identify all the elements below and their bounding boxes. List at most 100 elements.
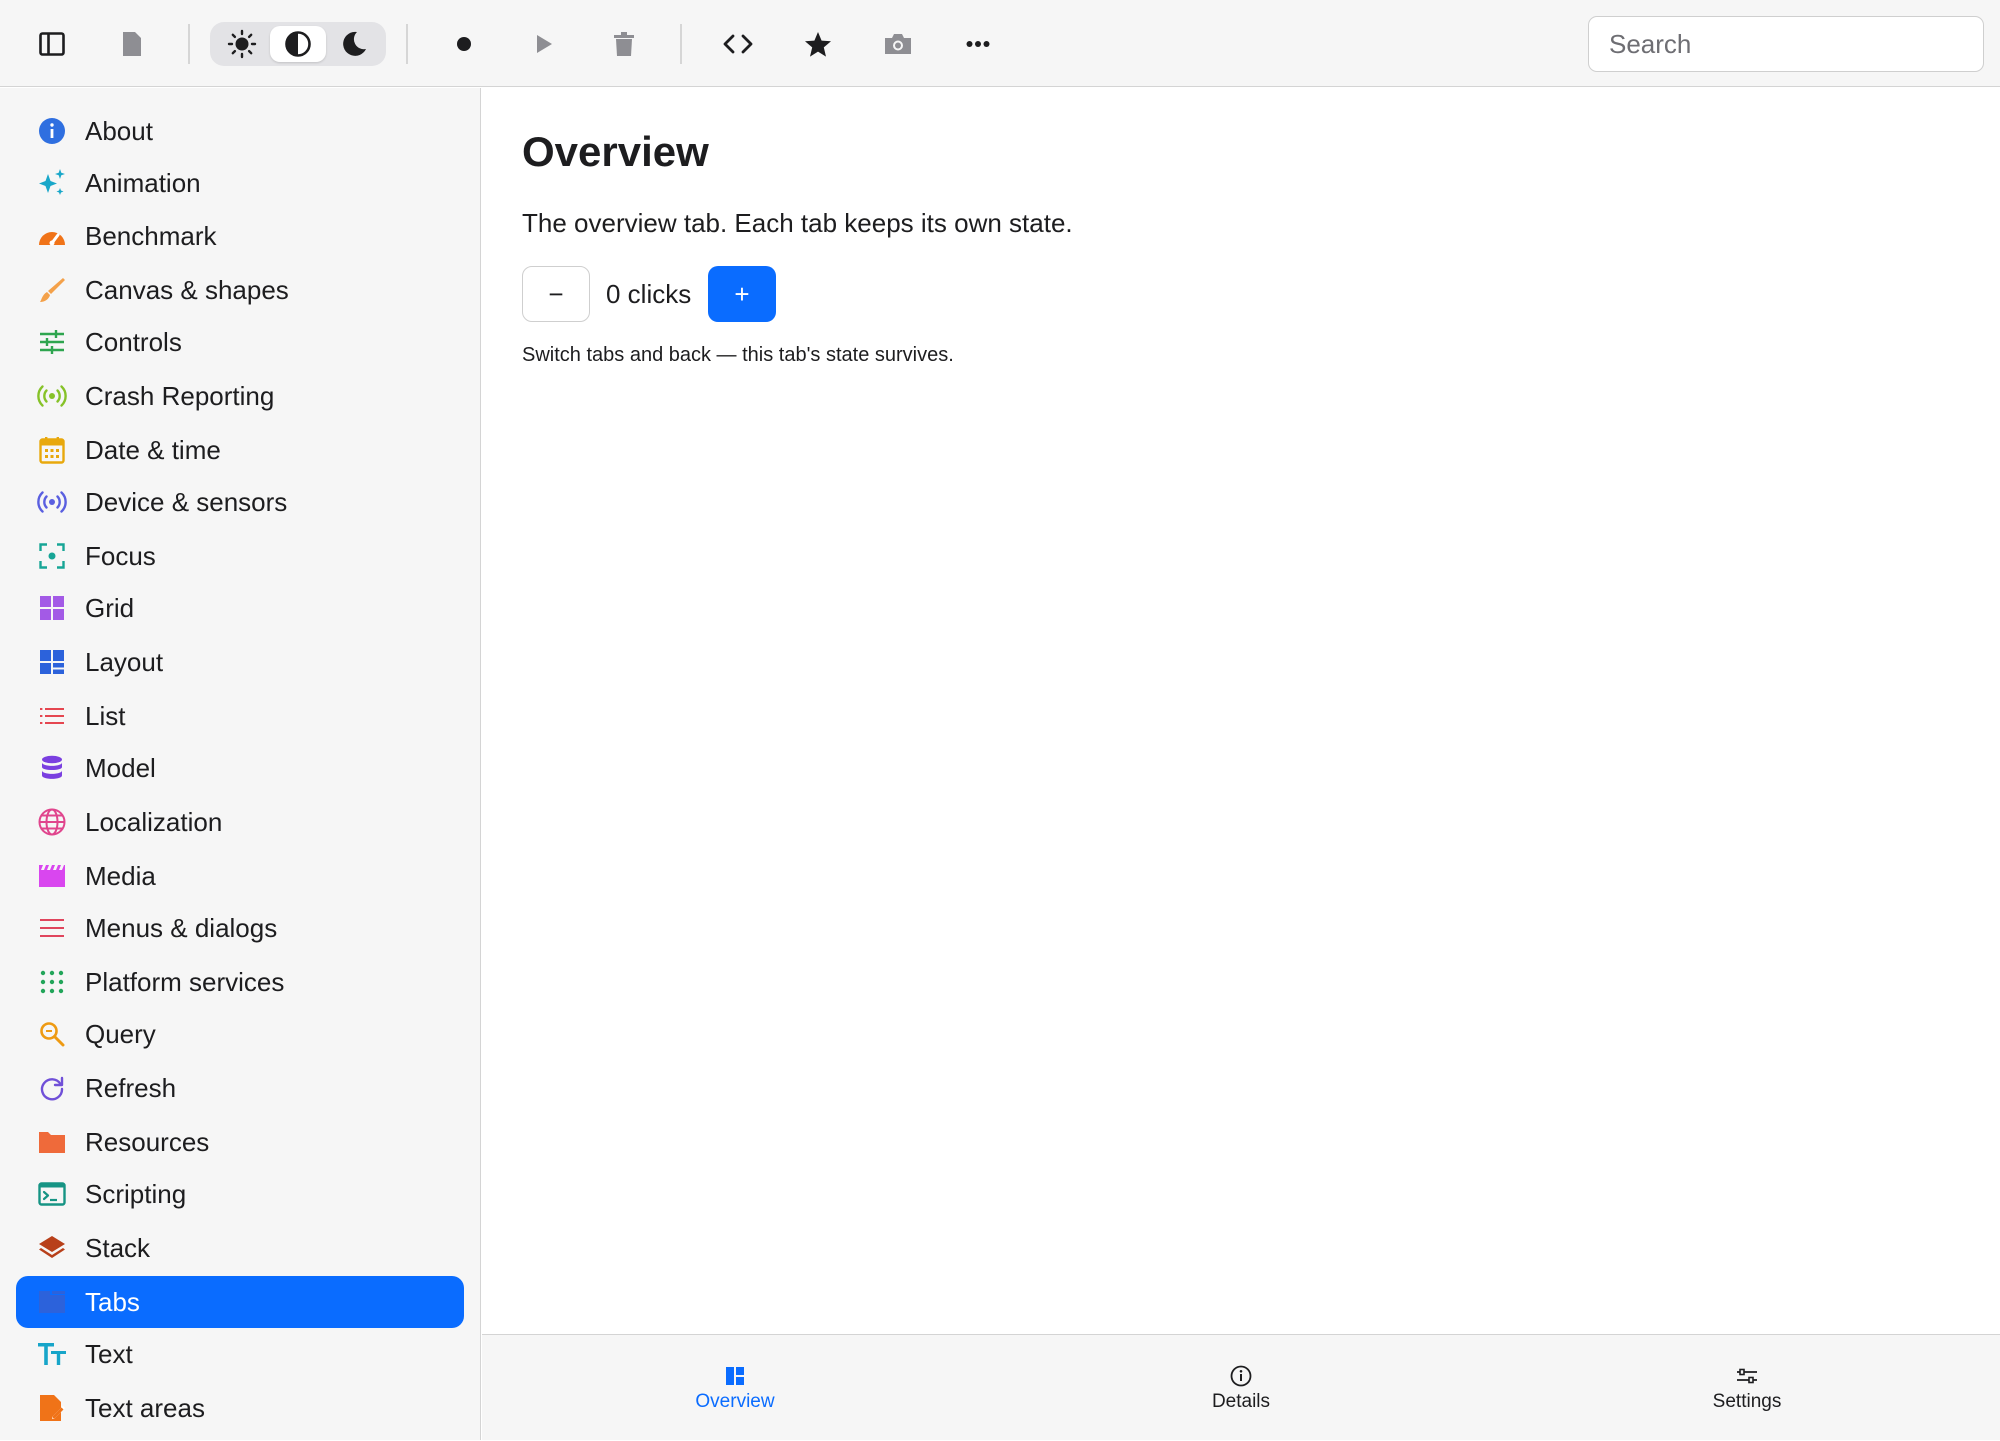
trash-icon[interactable] <box>600 20 648 68</box>
sidebar-item-about[interactable]: About <box>16 105 464 157</box>
search-input[interactable] <box>1588 16 1984 72</box>
sidebar-item-refresh[interactable]: Refresh <box>16 1062 464 1114</box>
sidebar-item-label: Resources <box>85 1126 210 1157</box>
sidebar-item-label: Focus <box>85 540 156 571</box>
sidebar-item-label: Grid <box>85 592 135 623</box>
code-icon[interactable] <box>714 20 762 68</box>
globe-icon <box>36 806 68 838</box>
sidebar-item-label: Tabs <box>85 1286 140 1317</box>
tab-label: Overview <box>695 1391 775 1412</box>
sidebar-item-stack[interactable]: Stack <box>16 1222 464 1274</box>
sidebar-item-label: Benchmark <box>85 220 217 251</box>
sidebar-item-list[interactable]: List <box>16 690 464 742</box>
tab-bar: Overview Details Settings <box>482 1334 2000 1440</box>
clapperboard-icon <box>36 860 68 892</box>
sidebar-item-menus-dialogs[interactable]: Menus & dialogs <box>16 902 464 954</box>
sliders-icon <box>36 326 68 358</box>
main-content: Overview The overview tab. Each tab keep… <box>482 88 2000 1334</box>
page-title: Overview <box>522 128 709 175</box>
info-circle-icon <box>1230 1365 1252 1387</box>
calendar-icon <box>36 434 68 466</box>
sidebar-item-label: Menus & dialogs <box>85 912 278 943</box>
list-icon <box>36 700 68 732</box>
sidebar-toggle-icon[interactable] <box>28 20 76 68</box>
sidebar-item-label: Controls <box>85 326 182 357</box>
toolbar-divider <box>680 24 682 64</box>
info-icon <box>36 115 68 147</box>
sidebar-item-label: Text <box>85 1338 133 1369</box>
sidebar-item-model[interactable]: Model <box>16 742 464 794</box>
sidebar-item-canvas-shapes[interactable]: Canvas & shapes <box>16 264 464 316</box>
terminal-icon <box>36 1178 68 1210</box>
layers-icon <box>36 1232 68 1264</box>
sidebar-item-label: Stack <box>85 1232 151 1263</box>
sidebar-item-focus[interactable]: Focus <box>16 530 464 582</box>
sidebar-item-device-sensors[interactable]: Device & sensors <box>16 476 464 528</box>
moon-icon[interactable] <box>326 26 382 62</box>
overview-icon <box>724 1365 746 1387</box>
search-icon <box>36 1018 68 1050</box>
sparkles-icon <box>36 167 68 199</box>
sidebar-item-text-areas[interactable]: Text areas <box>16 1382 464 1434</box>
sidebar-item-label: Platform services <box>85 966 285 997</box>
text-icon <box>36 1338 68 1370</box>
layout-icon <box>36 646 68 678</box>
folder-icon <box>36 1126 68 1158</box>
sidebar-item-text[interactable]: Text <box>16 1328 464 1380</box>
sidebar-item-animation[interactable]: Animation <box>16 157 464 209</box>
document-icon[interactable] <box>108 20 156 68</box>
sidebar-item-label: Text areas <box>85 1392 205 1423</box>
sidebar-item-label: Scripting <box>85 1178 187 1209</box>
sidebar-item-query[interactable]: Query <box>16 1008 464 1060</box>
decrement-button[interactable]: − <box>522 266 590 322</box>
antenna-icon <box>36 380 68 412</box>
sidebar-item-label: Canvas & shapes <box>85 274 289 305</box>
sidebar-item-platform-services[interactable]: Platform services <box>16 956 464 1008</box>
record-icon[interactable] <box>440 20 488 68</box>
sidebar-item-scripting[interactable]: Scripting <box>16 1168 464 1220</box>
tab-settings[interactable]: Settings <box>1494 1335 2000 1441</box>
more-icon[interactable] <box>954 20 1002 68</box>
state-note: Switch tabs and back — this tab's state … <box>522 344 954 366</box>
toolbar-divider <box>188 24 190 64</box>
sidebar-item-tabs[interactable]: Tabs <box>16 1276 464 1328</box>
tab-details[interactable]: Details <box>988 1335 1494 1441</box>
settings-sliders-icon <box>1736 1365 1758 1387</box>
toolbar-divider <box>406 24 408 64</box>
click-count: 0 clicks <box>606 279 692 309</box>
appearance-segmented-control <box>210 22 386 66</box>
sidebar-item-layout[interactable]: Layout <box>16 636 464 688</box>
star-icon[interactable] <box>794 20 842 68</box>
sidebar-item-label: List <box>85 700 126 731</box>
sidebar-item-label: Crash Reporting <box>85 380 275 411</box>
tab-overview[interactable]: Overview <box>482 1335 988 1441</box>
tabs-icon <box>36 1286 68 1318</box>
sidebar-item-label: Localization <box>85 806 223 837</box>
sidebar-item-label: Animation <box>85 167 201 198</box>
sidebar-item-localization[interactable]: Localization <box>16 796 464 848</box>
sidebar-item-label: Model <box>85 752 156 783</box>
toolbar <box>0 0 2000 87</box>
sun-icon[interactable] <box>214 26 270 62</box>
sidebar-item-benchmark[interactable]: Benchmark <box>16 210 464 262</box>
gauge-icon <box>36 220 68 252</box>
contrast-icon[interactable] <box>270 26 326 62</box>
sidebar-item-label: Refresh <box>85 1072 177 1103</box>
sidebar-item-label: Device & sensors <box>85 486 288 517</box>
increment-button[interactable]: + <box>708 266 776 322</box>
focus-icon <box>36 540 68 572</box>
dots-grid-icon <box>36 966 68 998</box>
camera-icon[interactable] <box>874 20 922 68</box>
sidebar-item-media[interactable]: Media <box>16 850 464 902</box>
sidebar-item-resources[interactable]: Resources <box>16 1116 464 1168</box>
sidebar-item-controls[interactable]: Controls <box>16 316 464 368</box>
sidebar-item-date-time[interactable]: Date & time <box>16 424 464 476</box>
sidebar-item-grid[interactable]: Grid <box>16 582 464 634</box>
sidebar-item-label: About <box>85 115 153 146</box>
page-description: The overview tab. Each tab keeps its own… <box>522 208 1073 238</box>
play-icon[interactable] <box>520 20 568 68</box>
sidebar-item-label: Media <box>85 860 156 891</box>
database-icon <box>36 752 68 784</box>
sidebar-item-crash-reporting[interactable]: Crash Reporting <box>16 370 464 422</box>
menu-icon <box>36 912 68 944</box>
